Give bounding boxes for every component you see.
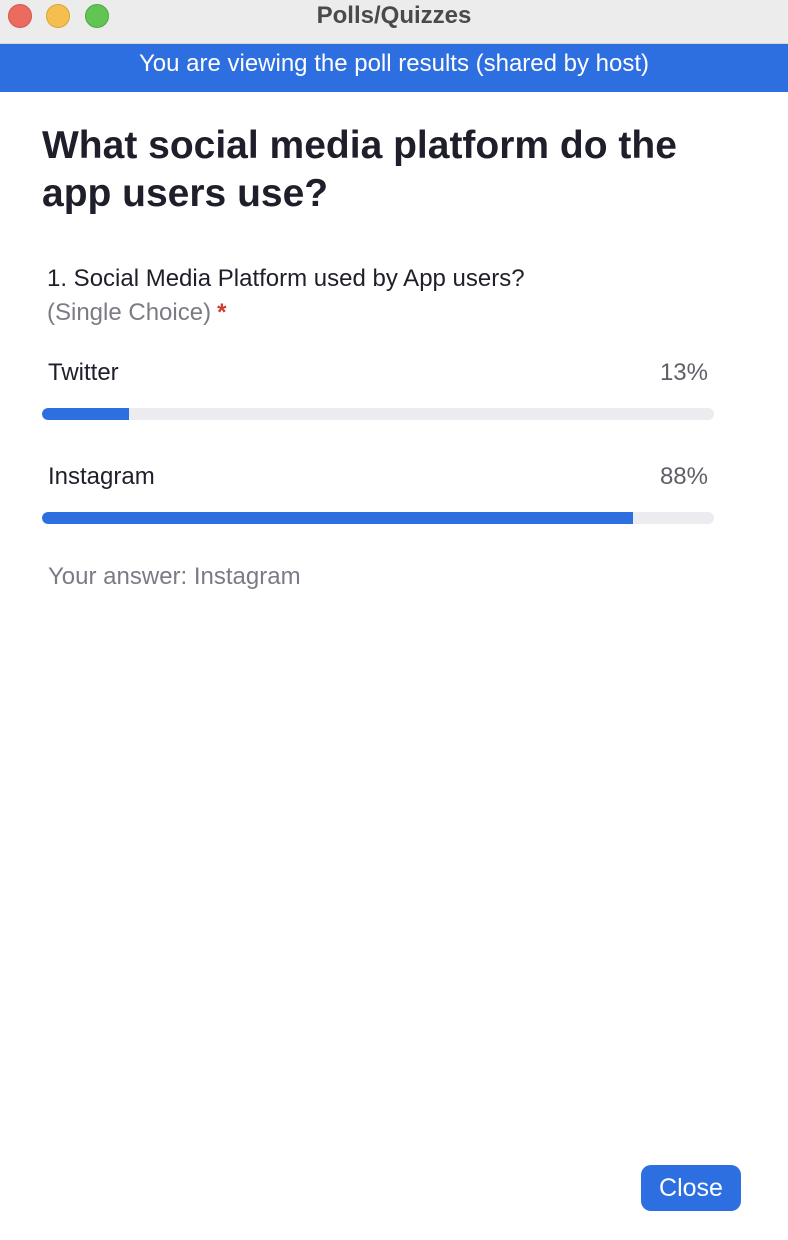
question-type: (Single Choice) * bbox=[47, 297, 226, 329]
your-answer-text: Your answer: Instagram bbox=[48, 563, 301, 590]
question-text: 1. Social Media Platform used by App use… bbox=[47, 265, 525, 292]
required-marker: * bbox=[217, 299, 227, 326]
close-button[interactable]: Close bbox=[641, 1165, 741, 1211]
option-label-instagram: Instagram bbox=[48, 463, 155, 490]
window-title: Polls/Quizzes bbox=[316, 2, 472, 29]
option-bar-fill-instagram bbox=[42, 512, 634, 524]
option-bar-track-instagram bbox=[42, 512, 714, 524]
question-type-label: (Single Choice) bbox=[47, 299, 212, 326]
title-bar: Polls/Quizzes bbox=[0, 0, 788, 44]
option-percent-twitter: 13% bbox=[659, 359, 708, 386]
option-bar-track-twitter bbox=[42, 408, 714, 420]
shared-results-banner: You are viewing the poll results (shared… bbox=[0, 44, 788, 92]
polls-window: Polls/Quizzes You are viewing the poll r… bbox=[0, 0, 788, 1240]
poll-title: What social media platform do the app us… bbox=[42, 124, 677, 215]
option-percent-instagram: 88% bbox=[659, 463, 708, 490]
option-label-twitter: Twitter bbox=[48, 359, 119, 386]
option-bar-fill-twitter bbox=[42, 408, 130, 420]
